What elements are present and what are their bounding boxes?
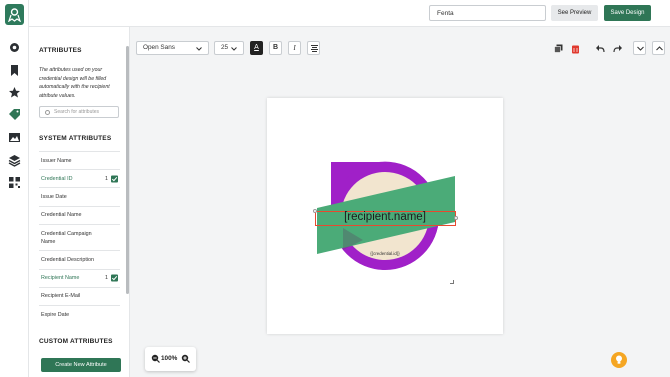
align-button[interactable] <box>307 41 320 55</box>
undo-button[interactable] <box>592 41 605 55</box>
top-bar: See Preview Save Design <box>29 0 670 27</box>
font-family-value: Open Sans <box>143 44 175 51</box>
attr-label: Credential Campaign Name <box>41 230 92 245</box>
attr-label: Recipient E-Mail <box>41 293 81 300</box>
attributes-sidebar: ATTRIBUTES The attributes used on your c… <box>29 27 130 377</box>
qr-grid-icon[interactable] <box>8 176 21 189</box>
delete-button[interactable] <box>568 41 581 55</box>
attr-issuer-name[interactable]: Issuer Name <box>39 151 120 169</box>
undo-icon <box>596 45 605 53</box>
attr-recipient-name[interactable]: Recipient Name 1 <box>39 268 120 287</box>
attr-recipient-email[interactable]: Recipient E-Mail <box>39 286 120 305</box>
zoom-in-icon[interactable] <box>181 354 190 363</box>
text-align-icon <box>311 45 318 52</box>
save-design-button[interactable]: Save Design <box>604 5 651 21</box>
chevron-up-icon <box>656 46 663 51</box>
attr-label: Issue Date <box>41 193 67 200</box>
duplicate-button[interactable] <box>551 41 564 55</box>
text-color-button[interactable]: A <box>250 41 263 55</box>
font-size-select[interactable]: 25 <box>214 41 244 55</box>
copy-icon <box>554 44 563 53</box>
search-placeholder: Search for attributes <box>54 109 100 115</box>
help-button[interactable] <box>611 352 627 368</box>
attributes-description: The attributes used on your credential d… <box>39 67 110 99</box>
recipient-name-text[interactable]: [recipient.name] <box>315 211 455 223</box>
zoom-control: 100% <box>145 347 196 371</box>
chevron-down-icon <box>196 47 202 51</box>
bold-button[interactable]: B <box>269 41 282 55</box>
redo-icon <box>613 45 622 53</box>
editor-toolbar: Open Sans 25 A B I <box>131 36 670 60</box>
move-down-button[interactable] <box>633 41 646 55</box>
tag-icon[interactable] <box>8 108 21 121</box>
attr-label: Recipient Name <box>41 275 80 282</box>
see-preview-button[interactable]: See Preview <box>551 5 598 21</box>
resize-handle-icon[interactable] <box>450 280 454 284</box>
italic-button[interactable]: I <box>288 41 301 55</box>
layers-icon[interactable] <box>8 154 21 167</box>
zoom-out-icon[interactable] <box>151 354 160 363</box>
design-canvas[interactable]: [recipient.name] {{credential.id}} <box>267 98 503 334</box>
chevron-down-icon <box>231 47 237 51</box>
attr-credential-id[interactable]: Credential ID 1 <box>39 169 120 187</box>
attributes-heading: ATTRIBUTES <box>39 47 82 54</box>
trash-icon <box>572 45 579 54</box>
logo-icon[interactable] <box>5 4 24 25</box>
redo-button[interactable] <box>610 41 623 55</box>
move-up-button[interactable] <box>652 41 665 55</box>
settings-gear-icon[interactable] <box>8 41 21 54</box>
italic-icon: I <box>293 44 296 52</box>
checkbox-checked-icon[interactable] <box>111 175 118 183</box>
attr-credential-campaign-name[interactable]: Credential Campaign Name <box>39 223 120 251</box>
star-icon[interactable] <box>8 86 21 99</box>
design-name-input[interactable] <box>429 5 546 21</box>
attr-usage-count: 1 <box>105 275 108 282</box>
lightbulb-icon <box>616 355 622 364</box>
attr-label: Credential Name <box>41 212 82 219</box>
attr-credential-description[interactable]: Credential Description <box>39 250 120 268</box>
font-size-value: 25 <box>221 44 229 51</box>
attr-label: Credential ID <box>41 175 73 182</box>
sidebar-scrollbar[interactable] <box>126 46 129 294</box>
chevron-down-icon <box>637 46 644 51</box>
attribute-search-input[interactable]: Search for attributes <box>39 106 119 118</box>
attr-issue-date[interactable]: Issue Date <box>39 187 120 205</box>
attr-label: Issuer Name <box>41 157 72 164</box>
system-attribute-list: Issuer Name Credential ID 1 Issue Date C… <box>39 151 120 323</box>
attr-label: Credential Description <box>41 256 95 263</box>
create-new-attribute-button[interactable]: Create New Attribute <box>41 358 121 372</box>
system-attributes-heading: SYSTEM ATTRIBUTES <box>39 135 112 142</box>
bookmark-icon[interactable] <box>8 64 21 77</box>
checkbox-checked-icon[interactable] <box>111 274 118 282</box>
attr-credential-name[interactable]: Credential Name <box>39 205 120 224</box>
attr-label: Expire Date <box>41 311 70 318</box>
attr-expire-date[interactable]: Expire Date <box>39 304 120 323</box>
bold-icon: B <box>272 44 279 51</box>
search-icon <box>45 110 50 115</box>
attr-usage-count: 1 <box>105 175 108 182</box>
font-family-select[interactable]: Open Sans <box>136 41 209 55</box>
image-icon[interactable] <box>8 131 21 144</box>
credential-id-text[interactable]: {{credential.id}} <box>355 251 415 256</box>
zoom-level: 100% <box>161 355 178 362</box>
custom-attributes-heading: CUSTOM ATTRIBUTES <box>39 338 113 345</box>
app-rail <box>0 0 29 377</box>
text-color-icon: A <box>254 44 259 51</box>
